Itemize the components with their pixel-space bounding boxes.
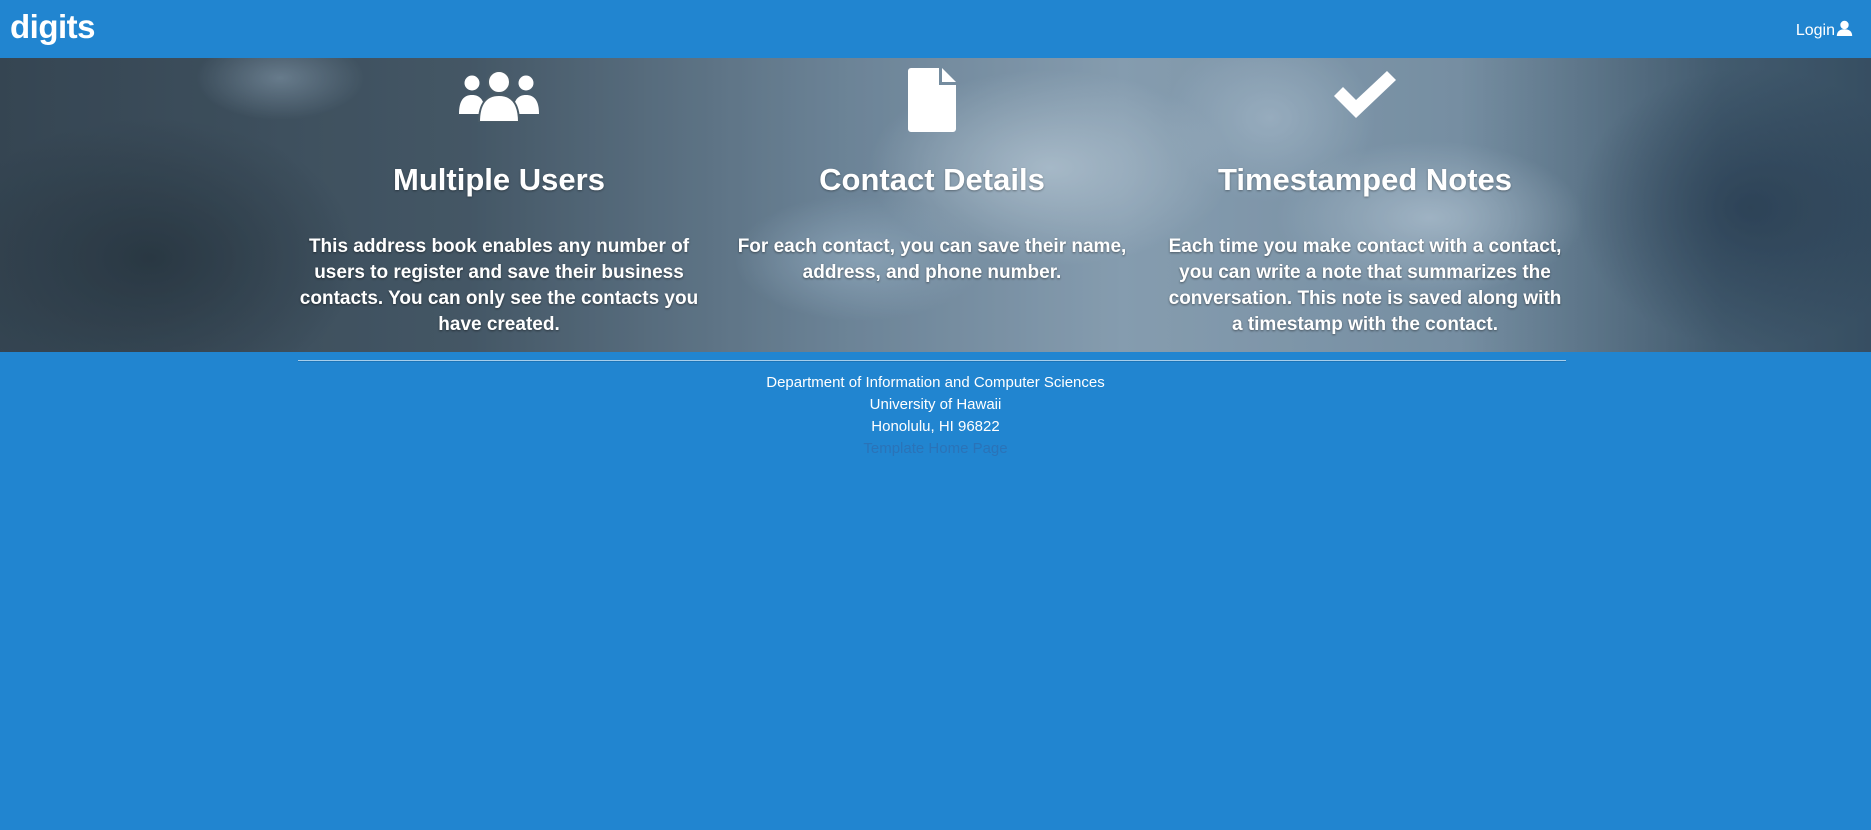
users-icon [458, 69, 540, 127]
checkmark-icon [1332, 70, 1398, 127]
hero-banner: Multiple Users This address book enables… [0, 58, 1871, 352]
footer-divider [298, 360, 1566, 362]
login-dropdown[interactable]: Login [1796, 20, 1853, 41]
brand-logo-link[interactable]: digits [10, 8, 96, 46]
footer: Department of Information and Computer S… [0, 372, 1871, 460]
user-icon [1835, 20, 1853, 41]
feature-title: Multiple Users [393, 162, 605, 197]
feature-title: Contact Details [819, 162, 1045, 197]
login-label: Login [1795, 21, 1835, 39]
footer-department: Department of Information and Computer S… [766, 374, 1105, 391]
footer-address: Honolulu, HI 96822 [871, 418, 1000, 435]
top-navbar: digits Login [0, 0, 1871, 58]
file-icon [908, 67, 956, 137]
template-home-page-link[interactable]: Template Home Page [863, 440, 1007, 457]
feature-description: This address book enables any number of … [299, 236, 699, 335]
feature-description: Each time you make contact with a contac… [1168, 236, 1562, 335]
feature-description: For each contact, you can save their nam… [737, 236, 1127, 283]
footer-university: University of Hawaii [869, 396, 1002, 413]
feature-title: Timestamped Notes [1217, 162, 1512, 197]
